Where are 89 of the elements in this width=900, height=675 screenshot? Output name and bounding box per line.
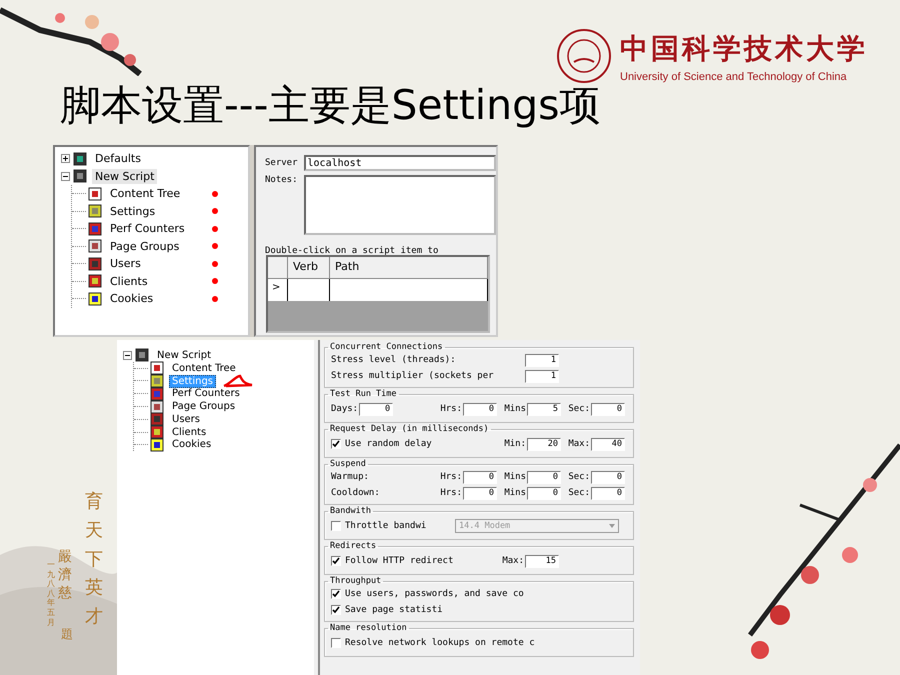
checkbox[interactable] [331, 521, 341, 531]
number-field[interactable]: 15 [525, 554, 559, 568]
checkbox[interactable] [331, 439, 341, 449]
group-title: Request Delay (in milliseconds) [329, 424, 490, 434]
number-field[interactable]: 1 [525, 370, 559, 382]
column-header: Verb [288, 257, 330, 279]
table-cell [288, 279, 330, 301]
calligraphy-date: 一九八八年五月 [47, 560, 55, 628]
number-field[interactable]: 0 [591, 486, 625, 500]
number-field[interactable]: 5 [527, 402, 561, 416]
field-label: Warmup: [331, 472, 369, 482]
number-field[interactable]: 0 [591, 402, 625, 416]
checkbox[interactable] [331, 605, 341, 615]
tree-item[interactable]: Perf Counters [107, 221, 188, 236]
field-label: Sec: [568, 472, 590, 482]
university-name: 中国科学技术大学 [620, 30, 868, 66]
tree-item[interactable]: Defaults [92, 151, 144, 166]
field-label: Sec: [568, 404, 590, 414]
checkbox-label: Throttle bandwi [345, 521, 426, 531]
tree-item[interactable]: Content Tree [107, 186, 184, 202]
number-field[interactable]: 0 [527, 486, 561, 500]
checkbox[interactable] [331, 589, 341, 599]
tree-item[interactable]: Clients [107, 274, 151, 289]
tree-item[interactable]: Users [169, 412, 204, 426]
university-name-english: University of Science and Technology of China [620, 70, 848, 82]
column-header: Path [330, 257, 488, 279]
field-label: Min: [504, 439, 526, 449]
row-header [268, 257, 288, 279]
field-label: Max: [568, 439, 590, 449]
tree-item[interactable]: Content Tree [169, 362, 239, 375]
server-field[interactable]: localhost [304, 155, 496, 171]
field-label: Cooldown: [331, 488, 380, 498]
field-label: Server [265, 158, 298, 168]
number-field[interactable]: 0 [527, 470, 561, 484]
tree-item[interactable]: Cookies [169, 438, 214, 452]
notes-field[interactable] [304, 175, 496, 235]
field-label: Mins [504, 404, 526, 414]
field-label: Stress level (threads): [331, 355, 456, 365]
checkbox-label: Use users, passwords, and save co [345, 589, 524, 599]
group-title: Bandwith [329, 506, 372, 516]
number-field[interactable]: 0 [463, 402, 497, 416]
tree-item[interactable]: Settings [107, 204, 158, 219]
field-label: Hrs: [440, 488, 462, 498]
number-field[interactable]: 40 [591, 438, 625, 450]
number-field[interactable]: 0 [359, 402, 394, 416]
number-field[interactable]: 0 [463, 486, 497, 500]
number-field[interactable]: 0 [591, 470, 625, 484]
number-field[interactable]: 0 [463, 470, 497, 484]
checkbox-label: Follow HTTP redirect [345, 556, 454, 566]
checkbox-label: Use random delay [345, 439, 432, 449]
calligraphy-inscription: 題 [61, 626, 73, 643]
number-field[interactable]: 20 [527, 438, 561, 450]
calligraphy-signature: 嚴濟慈 [58, 548, 72, 603]
field-label: Notes: [265, 175, 298, 187]
field-label: Hrs: [440, 472, 462, 482]
row-marker: > [268, 279, 288, 301]
group-title: Suspend [329, 459, 367, 469]
university-seal-icon [556, 28, 612, 84]
tree-item[interactable]: New Script [92, 168, 158, 184]
checkbox[interactable] [331, 556, 341, 566]
slide-title: 脚本设置---主要是Settings项 [60, 80, 601, 131]
group-title: Test Run Time [329, 389, 398, 399]
tree-item[interactable]: New Script [154, 348, 214, 362]
field-label: Mins [504, 488, 526, 498]
tree-item[interactable]: Page Groups [169, 400, 238, 414]
group-title: Concurrent Connections [329, 342, 444, 352]
field-label: Stress multiplier (sockets per [331, 371, 494, 381]
field-label: Max: [502, 556, 524, 566]
tree-item[interactable]: Cookies [107, 291, 156, 306]
expander-icon[interactable] [61, 154, 70, 164]
tree-item[interactable]: Page Groups [107, 238, 182, 254]
checkbox[interactable] [331, 638, 341, 648]
tree-item[interactable]: Clients [169, 426, 210, 439]
field-label: Days: [331, 404, 358, 414]
tree-item[interactable]: Users [107, 256, 144, 272]
checkbox-label: Resolve network lookups on remote c [345, 638, 535, 648]
expander-icon[interactable] [61, 172, 70, 181]
group-title: Redirects [329, 541, 378, 551]
group-title: Throughput [329, 576, 382, 586]
checkbox-label: Save page statisti [345, 605, 443, 615]
field-label: Hrs: [440, 404, 462, 414]
group-title: Name resolution [329, 623, 408, 633]
field-label: Mins [504, 472, 526, 482]
field-label: Sec: [568, 488, 590, 498]
expander-icon[interactable] [123, 350, 132, 360]
tree-item[interactable]: Perf Counters [169, 387, 243, 400]
calligraphy-text: 育天下英才 [85, 490, 103, 630]
hint-text: Double-click on a script item to [265, 246, 438, 256]
number-field[interactable]: 1 [525, 354, 559, 366]
